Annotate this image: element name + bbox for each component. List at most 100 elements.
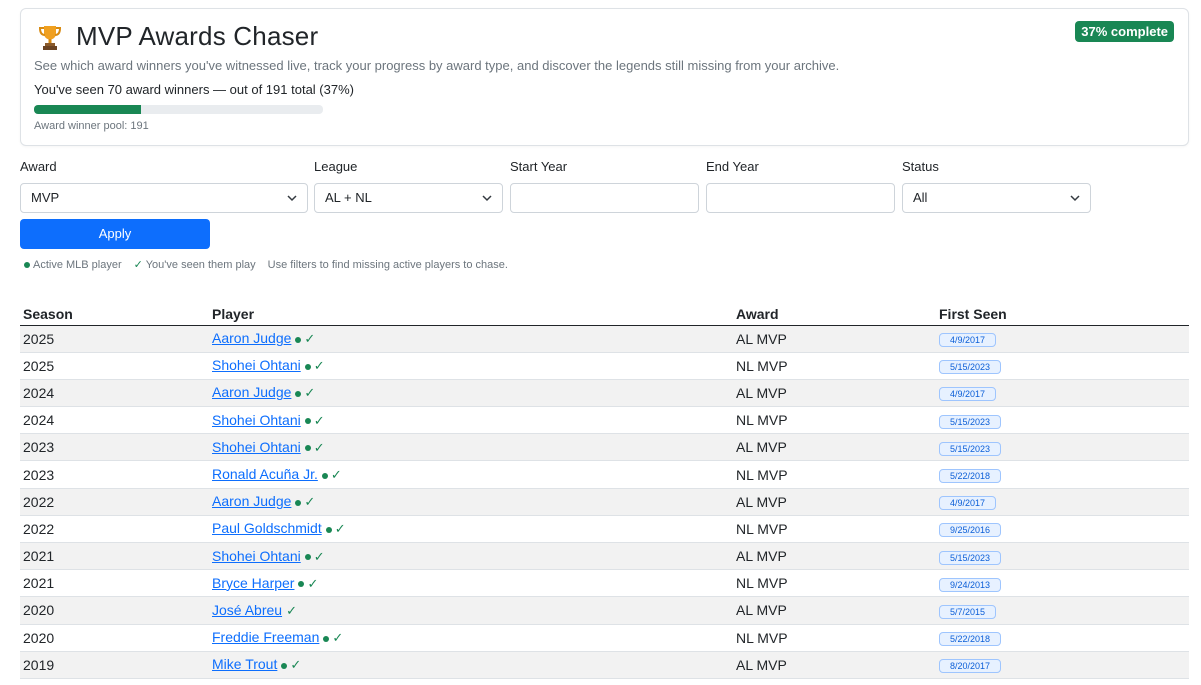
first-seen-cell: 9/24/2013	[936, 569, 1189, 598]
season-cell: 2025	[20, 352, 209, 380]
player-link[interactable]: Shohei Ohtani	[212, 439, 301, 455]
status-filter-label: Status	[902, 159, 939, 174]
table-row: 2021 Bryce Harper ✓ NL MVP 9/24/2013	[20, 569, 1189, 598]
award-cell: AL MVP	[733, 596, 936, 625]
award-cell: AL MVP	[733, 542, 936, 571]
chevron-down-icon	[1070, 195, 1080, 202]
season-cell: 2024	[20, 379, 209, 408]
apply-button[interactable]: Apply	[20, 219, 210, 249]
active-dot-icon	[281, 662, 288, 669]
active-dot-icon	[304, 418, 311, 425]
player-cell: Aaron Judge ✓	[209, 325, 733, 353]
award-cell: AL MVP	[733, 488, 936, 516]
player-link[interactable]: Mike Trout	[212, 656, 277, 672]
column-header-first-seen[interactable]: First Seen	[936, 299, 1189, 326]
season-cell: 2023	[20, 460, 209, 489]
table-row: 2023 Shohei Ohtani ✓ AL MVP 5/15/2023	[20, 433, 1189, 462]
first-seen-date-badge: 5/15/2023	[939, 550, 1002, 565]
player-link[interactable]: Ronald Acuña Jr.	[212, 466, 318, 482]
active-dot-icon	[304, 363, 311, 370]
first-seen-date-badge: 5/15/2023	[939, 414, 1002, 429]
player-link[interactable]: Freddie Freeman	[212, 629, 319, 645]
end-year-label: End Year	[706, 159, 759, 174]
season-cell: 2025	[20, 325, 209, 353]
active-dot-icon	[325, 526, 332, 533]
league-select-value: AL + NL	[325, 190, 372, 205]
first-seen-cell: 5/22/2018	[936, 460, 1189, 489]
checkmark-icon: ✓	[290, 657, 302, 673]
active-dot-icon	[321, 472, 328, 479]
first-seen-date-badge: 9/25/2016	[939, 523, 1002, 538]
player-cell: Aaron Judge ✓	[209, 488, 733, 516]
active-dot-icon	[323, 635, 330, 642]
page-description: See which award winners you've witnessed…	[34, 58, 840, 73]
checkmark-icon: ✓	[304, 494, 316, 510]
player-cell: Aaron Judge ✓	[209, 379, 733, 408]
status-select-value: All	[913, 190, 928, 205]
end-year-input[interactable]	[706, 183, 895, 213]
season-cell: 2020	[20, 624, 209, 652]
table-row: 2025 Shohei Ohtani ✓ NL MVP 5/15/2023	[20, 352, 1189, 380]
table-header-row: Season Player Award First Seen	[20, 299, 1189, 326]
checkmark-icon: ✓	[334, 521, 346, 537]
player-link[interactable]: Paul Goldschmidt	[212, 520, 322, 536]
player-link[interactable]: Shohei Ohtani	[212, 548, 301, 564]
first-seen-cell: 5/7/2015	[936, 596, 1189, 625]
checkmark-icon: ✓	[313, 548, 325, 564]
table-row: 2020 Freddie Freeman ✓ NL MVP 5/22/2018	[20, 624, 1189, 652]
first-seen-cell: 4/9/2017	[936, 488, 1189, 516]
season-cell: 2024	[20, 406, 209, 435]
player-link[interactable]: José Abreu	[212, 602, 282, 618]
first-seen-date-badge: 5/15/2023	[939, 360, 1002, 375]
column-header-award[interactable]: Award	[733, 299, 936, 326]
progress-fill	[34, 105, 141, 114]
player-link[interactable]: Aaron Judge	[212, 493, 291, 509]
first-seen-cell: 5/22/2018	[936, 624, 1189, 652]
first-seen-cell: 9/25/2016	[936, 515, 1189, 544]
first-seen-cell: 4/9/2017	[936, 379, 1189, 408]
checkmark-icon: ✓	[313, 358, 325, 374]
legend-active: Active MLB player	[24, 259, 122, 271]
active-dot-icon	[295, 499, 302, 506]
column-header-player[interactable]: Player	[209, 299, 733, 326]
player-link[interactable]: Shohei Ohtani	[212, 412, 301, 428]
pool-size: Award winner pool: 191	[34, 120, 149, 132]
award-cell: NL MVP	[733, 460, 936, 489]
legend: Active MLB player ✓ You've seen them pla…	[24, 258, 508, 271]
player-cell: Shohei Ohtani ✓	[209, 406, 733, 435]
player-link[interactable]: Shohei Ohtani	[212, 357, 301, 373]
player-link[interactable]: Bryce Harper	[212, 575, 294, 591]
checkmark-icon: ✓	[313, 439, 325, 455]
award-cell: NL MVP	[733, 515, 936, 544]
first-seen-cell: 5/15/2023	[936, 542, 1189, 571]
first-seen-date-badge: 4/9/2017	[939, 387, 997, 402]
summary-card: MVP Awards Chaser 37% complete See which…	[20, 8, 1189, 146]
player-cell: Bryce Harper ✓	[209, 569, 733, 598]
first-seen-date-badge: 4/9/2017	[939, 333, 997, 348]
award-cell: NL MVP	[733, 624, 936, 652]
award-cell: AL MVP	[733, 433, 936, 462]
award-select[interactable]: MVP	[20, 183, 308, 213]
player-link[interactable]: Aaron Judge	[212, 384, 291, 400]
season-cell: 2022	[20, 488, 209, 516]
start-year-input[interactable]	[510, 183, 699, 213]
table-row: 2025 Aaron Judge ✓ AL MVP 4/9/2017	[20, 325, 1189, 353]
trophy-icon	[38, 26, 62, 50]
player-link[interactable]: Aaron Judge	[212, 330, 291, 346]
checkmark-icon: ✓	[304, 331, 316, 347]
award-cell: NL MVP	[733, 352, 936, 380]
player-cell: Shohei Ohtani ✓	[209, 352, 733, 380]
season-cell: 2022	[20, 515, 209, 544]
first-seen-cell: 8/20/2017	[936, 651, 1189, 679]
column-header-season[interactable]: Season	[20, 299, 209, 326]
awards-table: Season Player Award First Seen 2025 Aaron…	[20, 299, 1189, 679]
checkmark-icon: ✓	[286, 602, 297, 618]
first-seen-date-badge: 4/9/2017	[939, 496, 997, 511]
completion-badge: 37% complete	[1075, 21, 1174, 42]
status-select[interactable]: All	[902, 183, 1091, 213]
table-row: 2022 Paul Goldschmidt ✓ NL MVP 9/25/2016	[20, 515, 1189, 544]
legend-hint: Use filters to find missing active playe…	[267, 258, 508, 271]
league-select[interactable]: AL + NL	[314, 183, 503, 213]
first-seen-date-badge: 5/22/2018	[939, 632, 1002, 647]
award-select-value: MVP	[31, 190, 60, 205]
